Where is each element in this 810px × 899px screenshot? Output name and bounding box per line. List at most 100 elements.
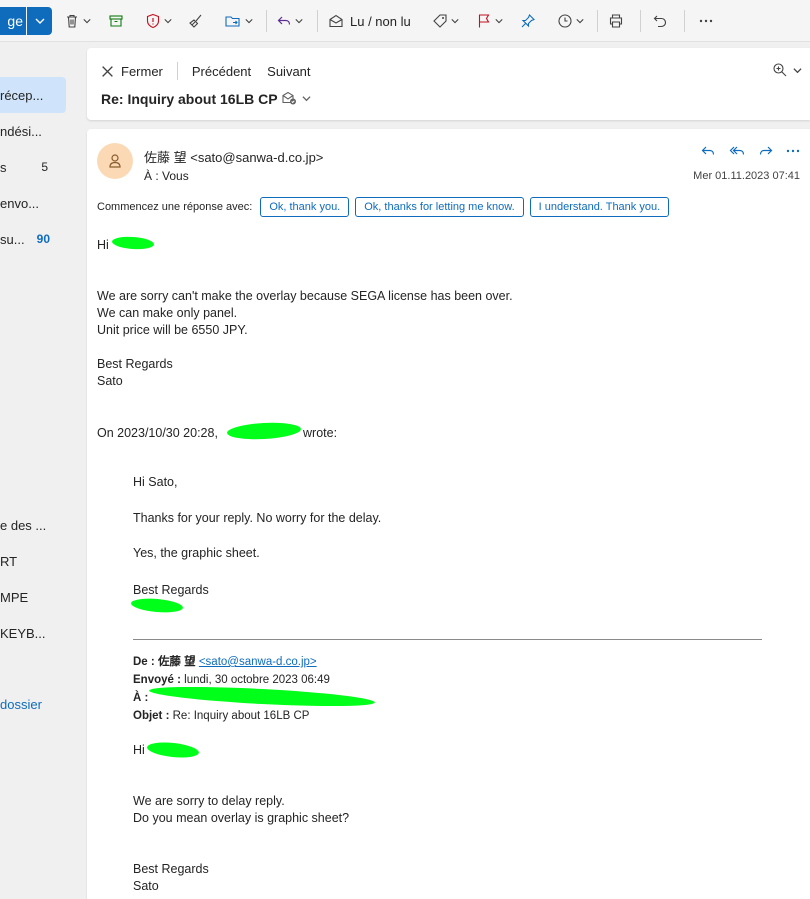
from-name: 佐藤 望 [157,656,196,668]
message-actions [700,143,800,159]
folder-count: 90 [36,232,50,246]
reply-button[interactable] [276,9,303,33]
zoom-in-icon [773,63,787,77]
archive-button[interactable] [108,9,124,33]
create-folder-label: dossier [0,696,42,712]
forwarded-line: Do you mean overlay is graphic sheet? [133,811,350,825]
folder-junk[interactable]: ndési... [0,113,66,149]
categorize-button[interactable] [432,9,459,33]
reply-icon[interactable] [700,143,716,159]
quoted-greeting: Hi Sato, [133,475,178,489]
folder-move-icon [225,16,240,27]
from-email-link[interactable]: <sato@sanwa-d.co.jp> [199,656,317,668]
toolbar-divider [597,10,598,32]
shield-icon [146,13,160,29]
avatar[interactable] [97,143,133,179]
subject-actions[interactable] [281,90,311,106]
body-line: We can make only panel. [97,306,238,320]
folder-label: su... [0,231,25,247]
folder-item[interactable]: KEYB... [0,615,66,651]
close-button[interactable]: Fermer [101,64,163,79]
report-button[interactable] [145,9,172,33]
redaction-mark [226,421,302,441]
sent-value: lundi, 30 octobre 2023 06:49 [184,674,330,686]
folder-drafts[interactable]: s5 [0,149,66,185]
from-label: De : [133,656,155,668]
move-to-button[interactable] [224,9,253,33]
subject-value: Re: Inquiry about 16LB CP [172,710,310,722]
reply-icon [277,16,291,25]
undo-button[interactable] [652,9,668,33]
more-horizontal-icon[interactable] [786,143,800,159]
flag-button[interactable] [476,9,503,33]
sender-name[interactable]: 佐藤 望 <sato@sanwa-d.co.jp> [144,147,323,166]
next-button[interactable]: Suivant [267,64,310,79]
body-signature: Sato [97,374,123,388]
body-line: Unit price will be 6550 JPY. [97,323,248,337]
new-mail-button[interactable]: ge [0,7,26,35]
snooze-button[interactable] [557,9,584,33]
forward-icon[interactable] [758,143,774,159]
chevron-down-icon [164,19,172,24]
suggested-reply-button[interactable]: I understand. Thank you. [529,197,670,217]
suggested-reply-button[interactable]: Ok, thanks for letting me know. [355,197,524,217]
pin-icon [521,14,535,28]
folder-label: KEYB... [0,625,46,641]
folder-sent[interactable]: envo... [0,185,66,221]
quote-separator [133,639,762,640]
close-label: Fermer [121,63,163,79]
forwarded-greeting: Hi [133,743,145,757]
chevron-down-icon [295,19,303,24]
folder-pane: récep... ndési... s5 envo... su... 90 e d… [0,42,86,899]
person-icon [109,154,121,168]
folder-deleted[interactable]: su... 90 [0,221,66,257]
suggested-reply-button[interactable]: Ok, thank you. [260,197,350,217]
command-toolbar: ge Lu / non lu [0,0,810,42]
pin-button[interactable] [520,9,536,33]
reading-pane-header: Fermer Précédent Suivant Re: Inquiry abo… [87,48,810,120]
clock-icon [558,14,572,28]
folder-item[interactable]: RT [0,543,66,579]
chevron-down-icon [793,67,802,73]
folder-count: 5 [41,160,48,174]
read-unread-button[interactable]: Lu / non lu [328,9,411,33]
folder-inbox[interactable]: récep... [0,77,66,113]
more-actions-button[interactable] [698,9,714,33]
email-subject: Re: Inquiry about 16LB CP [101,91,278,107]
chevron-down-icon [35,18,44,24]
redaction-mark [111,235,155,251]
quote-header-suffix: wrote: [303,426,338,440]
read-unread-label: Lu / non lu [350,13,411,29]
sweep-button[interactable] [188,9,204,33]
new-mail-dropdown[interactable] [27,7,52,35]
new-mail-button-group: ge [0,7,52,35]
quoted-line: Yes, the graphic sheet. [133,546,260,560]
reply-all-icon[interactable] [728,143,746,159]
body-line: We are sorry can't make the overlay beca… [97,289,513,303]
printer-icon [609,14,623,28]
folder-label: envo... [0,195,40,211]
message-card: 佐藤 望 <sato@sanwa-d.co.jp> À : Vous Mer 0… [87,129,810,899]
zoom-button[interactable] [772,62,802,78]
create-folder-link[interactable]: dossier [0,686,66,722]
quoted-regards: Best Regards [133,583,209,597]
delete-button[interactable] [64,9,91,33]
to-label: À : [133,692,149,704]
folder-item[interactable]: MPE [0,579,66,615]
forwarded-signature: Sato [133,879,159,893]
new-mail-label: ge [7,13,23,29]
navigation-row: Fermer Précédent Suivant [101,62,311,80]
message-date: Mer 01.11.2023 07:41 [693,170,800,182]
chevron-down-icon [576,19,584,24]
undo-icon [653,15,667,28]
forwarded-line: We are sorry to delay reply. [133,794,285,808]
chevron-down-icon [245,19,253,24]
print-button[interactable] [608,9,624,33]
toolbar-divider [640,10,641,32]
flag-icon [478,14,490,28]
archive-icon [109,15,123,27]
redaction-mark [146,740,200,760]
folder-item[interactable]: e des ... [0,507,66,543]
previous-button[interactable]: Précédent [192,64,251,79]
forward-subject-line: Objet : Re: Inquiry about 16LB CP [133,708,309,725]
